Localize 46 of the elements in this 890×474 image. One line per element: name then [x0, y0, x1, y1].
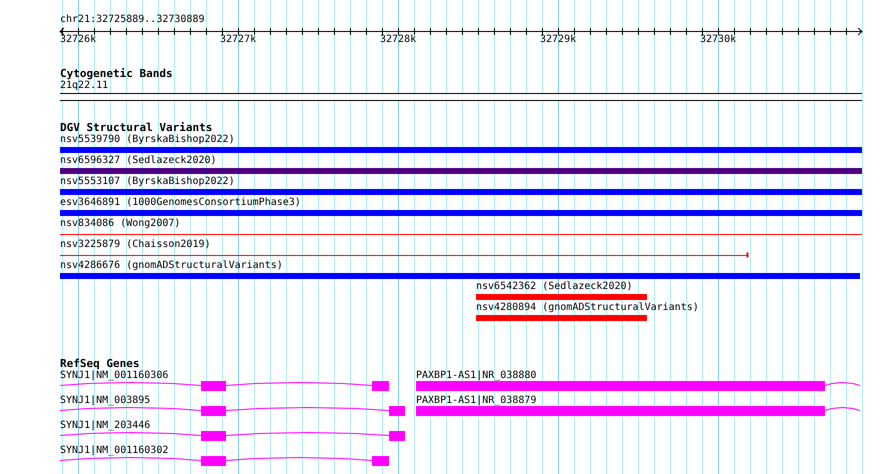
- variant-bar[interactable]: [60, 210, 862, 216]
- variant-bar[interactable]: [60, 168, 862, 174]
- gene-label[interactable]: PAXBP1-AS1|NR_038879: [416, 395, 536, 407]
- variant-label[interactable]: nsv834086 (Wong2007): [60, 218, 180, 230]
- exon-block[interactable]: [201, 381, 226, 391]
- exon-block[interactable]: [416, 406, 825, 416]
- exon-block[interactable]: [389, 406, 405, 416]
- variant-label[interactable]: nsv5553107 (ByrskaBishop2022): [60, 176, 235, 188]
- tick-label: 32728k: [380, 34, 416, 46]
- variant-bar[interactable]: [60, 273, 860, 279]
- tick-label: 32730k: [700, 34, 736, 46]
- gene-label[interactable]: SYNJ1|NM_001160302: [60, 445, 168, 457]
- intron-line: [825, 405, 860, 413]
- exon-block[interactable]: [372, 456, 389, 466]
- variant-label[interactable]: esv3646891 (1000GenomesConsortiumPhase3): [60, 197, 301, 209]
- locus-label: chr21:32725889..32730889: [60, 14, 204, 26]
- gene-label[interactable]: SYNJ1|NM_203446: [60, 420, 150, 432]
- gene-label[interactable]: PAXBP1-AS1|NR_038880: [416, 370, 536, 382]
- variant-label[interactable]: nsv5539790 (ByrskaBishop2022): [60, 134, 235, 146]
- variant-label[interactable]: nsv6596327 (Sedlazeck2020): [60, 155, 217, 167]
- track-title: DGV Structural Variants: [60, 122, 212, 134]
- variant-line[interactable]: [60, 231, 863, 237]
- variant-bar[interactable]: [476, 315, 647, 321]
- track-title: Cytogenetic Bands: [60, 68, 173, 80]
- exon-block[interactable]: [201, 456, 226, 466]
- tick-label: 32729k: [540, 34, 576, 46]
- exon-block[interactable]: [201, 431, 226, 441]
- variant-label[interactable]: nsv3225879 (Chaisson2019): [60, 239, 211, 251]
- intron-line: [825, 380, 860, 388]
- tick-label: 32727k: [220, 34, 256, 46]
- variant-bar[interactable]: [476, 294, 647, 300]
- tick-label: 32726k: [60, 34, 96, 46]
- variant-label[interactable]: nsv4286676 (gnomADStructuralVariants): [60, 260, 283, 272]
- exon-block[interactable]: [372, 381, 389, 391]
- variant-label[interactable]: nsv4280894 (gnomADStructuralVariants): [476, 302, 699, 314]
- track-title: RefSeq Genes: [60, 358, 140, 370]
- exon-block[interactable]: [389, 431, 405, 441]
- band-label: 21q22.11: [60, 80, 108, 92]
- variant-bar[interactable]: [60, 189, 862, 195]
- gene-label[interactable]: SYNJ1|NM_003895: [60, 395, 150, 407]
- variant-label[interactable]: nsv6542362 (Sedlazeck2020): [476, 281, 633, 293]
- gene-label[interactable]: SYNJ1|NM_001160306: [60, 370, 168, 382]
- variant-bar[interactable]: [60, 147, 862, 153]
- exon-block[interactable]: [201, 406, 226, 416]
- exon-block[interactable]: [416, 381, 825, 391]
- variant-line[interactable]: [60, 252, 749, 258]
